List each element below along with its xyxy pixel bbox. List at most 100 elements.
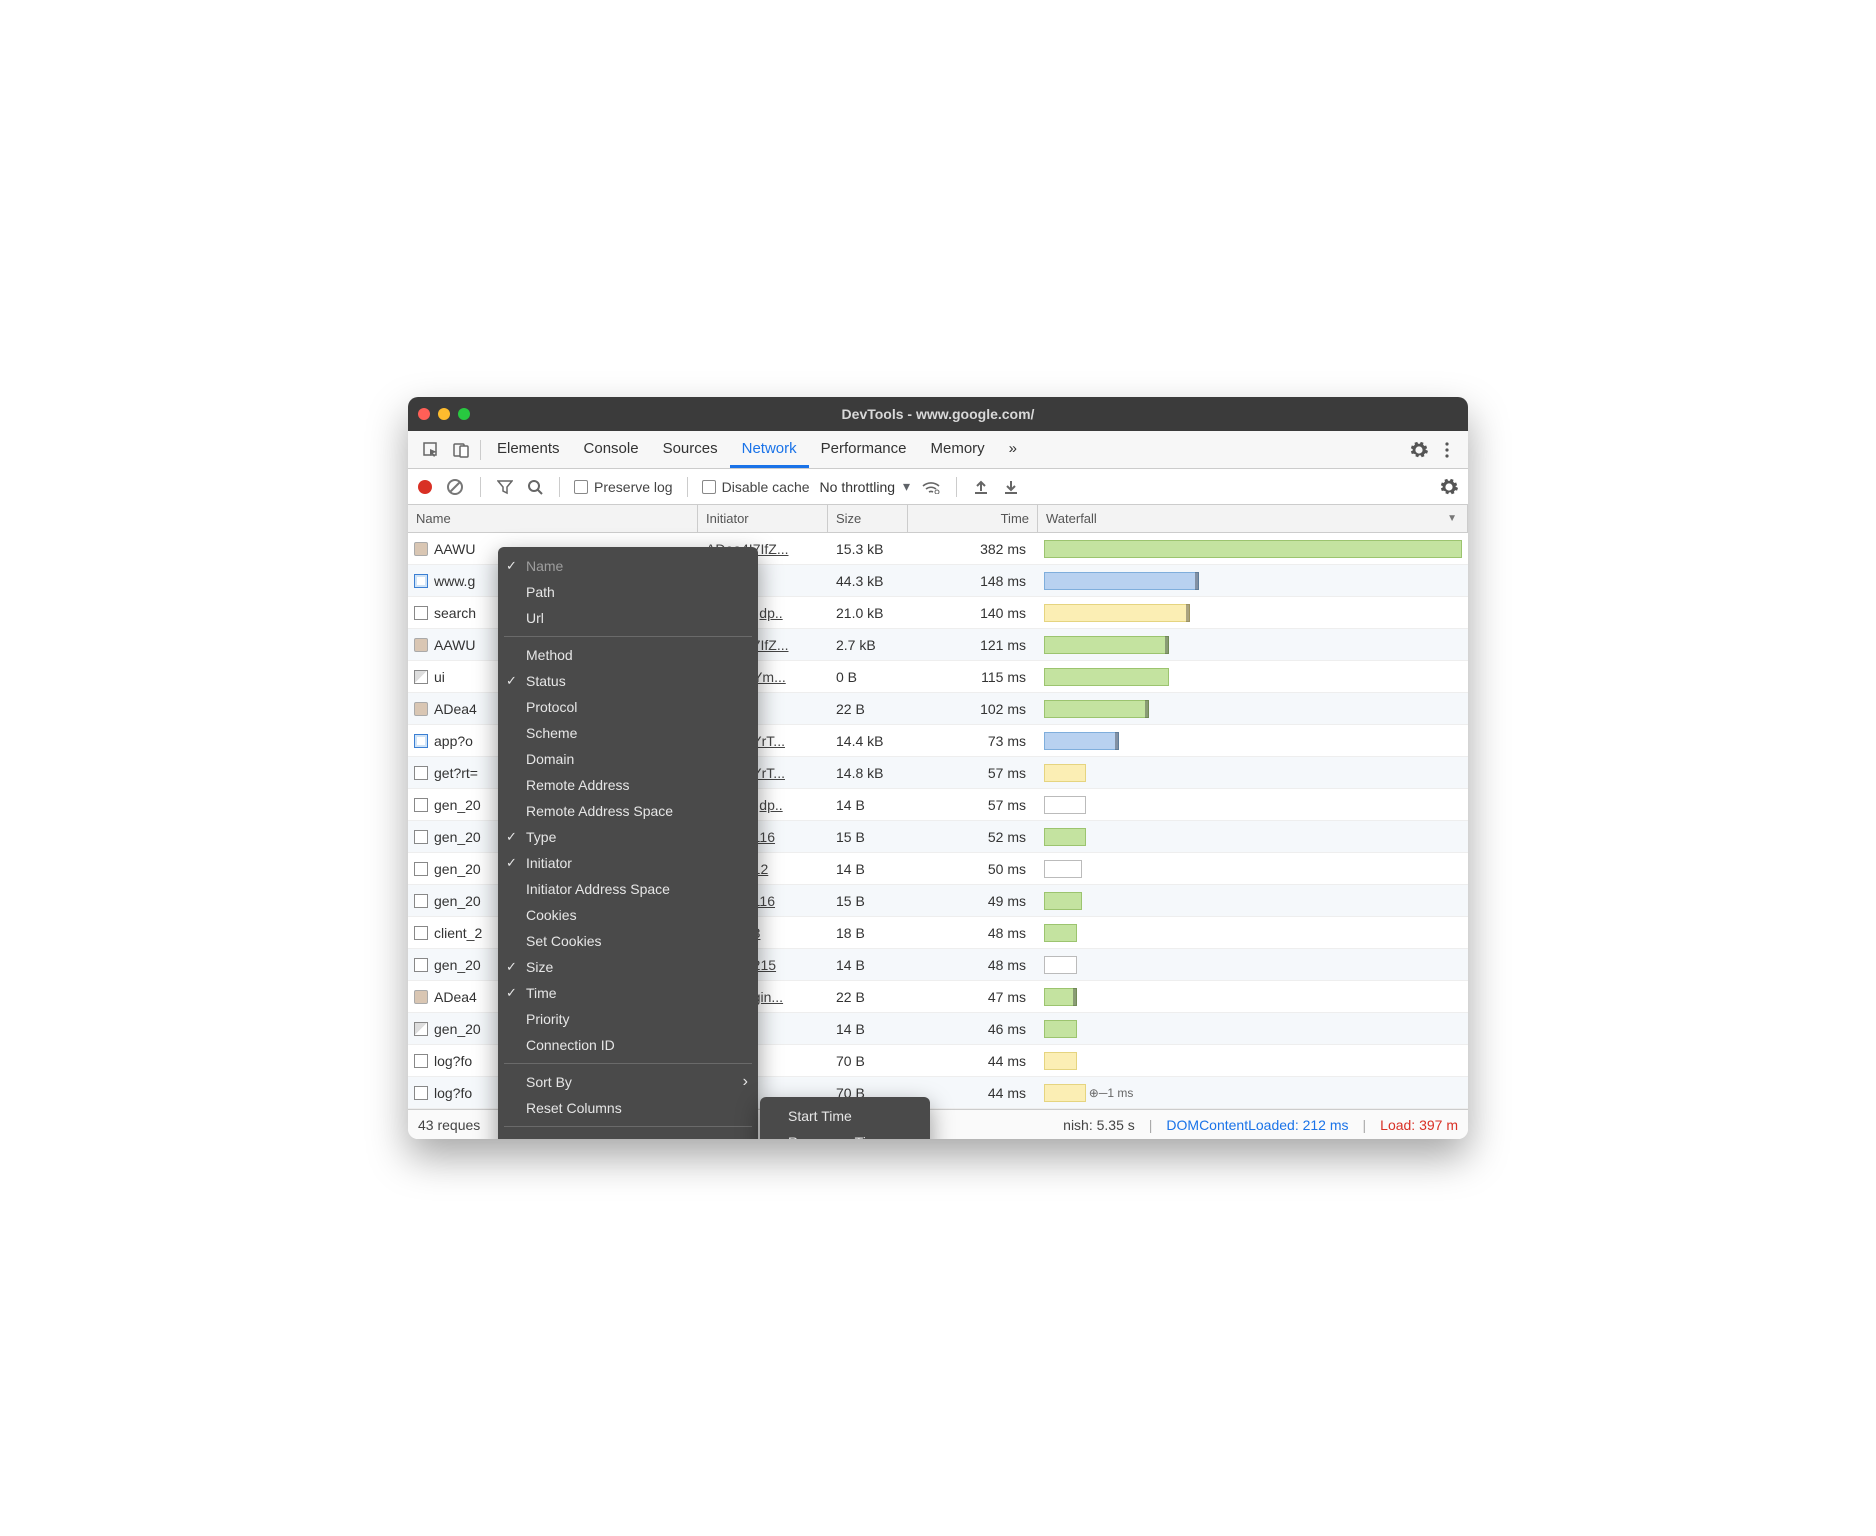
file-name: www.g — [434, 573, 475, 589]
inspect-icon[interactable] — [416, 437, 446, 463]
waterfall-bar — [1044, 1020, 1077, 1038]
divider — [687, 477, 688, 497]
menu-item-initiator-address-space[interactable]: Initiator Address Space — [498, 876, 758, 902]
col-name[interactable]: Name — [408, 505, 698, 532]
file-name: gen_20 — [434, 893, 481, 909]
menu-item-remote-address-space[interactable]: Remote Address Space — [498, 798, 758, 824]
menu-item-method[interactable]: Method — [498, 642, 758, 668]
disable-cache-checkbox[interactable]: Disable cache — [702, 479, 810, 495]
device-toggle-icon[interactable] — [446, 437, 476, 463]
table-header: Name Initiator Size Time Waterfall — [408, 505, 1468, 533]
file-icon — [414, 542, 428, 556]
cell-size: 44.3 kB — [828, 573, 908, 589]
submenu-item-start-time[interactable]: Start Time — [760, 1103, 930, 1129]
waterfall-bar — [1044, 988, 1077, 1006]
waterfall-bar — [1044, 892, 1082, 910]
col-initiator[interactable]: Initiator — [698, 505, 828, 532]
menu-item-initiator[interactable]: Initiator — [498, 850, 758, 876]
panel-settings-gear-icon[interactable] — [1438, 476, 1460, 498]
gear-icon[interactable] — [1404, 437, 1434, 463]
menu-item-url[interactable]: Url — [498, 605, 758, 631]
search-icon[interactable] — [525, 477, 545, 497]
clear-icon[interactable] — [444, 476, 466, 498]
filter-icon[interactable] — [495, 477, 515, 497]
column-context-menu[interactable]: NamePathUrl MethodStatusProtocolSchemeDom… — [498, 547, 758, 1139]
cell-time: 52 ms — [908, 829, 1038, 845]
download-icon[interactable] — [1001, 477, 1021, 497]
status-requests: 43 reques — [418, 1117, 480, 1133]
menu-item-status[interactable]: Status — [498, 668, 758, 694]
menu-item-size[interactable]: Size — [498, 954, 758, 980]
submenu-item-response-time[interactable]: Response Time — [760, 1129, 930, 1139]
file-name: client_2 — [434, 925, 482, 941]
menu-item-sort-by[interactable]: Sort By — [498, 1069, 758, 1095]
col-size[interactable]: Size — [828, 505, 908, 532]
cell-time: 48 ms — [908, 925, 1038, 941]
preserve-log-checkbox[interactable]: Preserve log — [574, 479, 673, 495]
tab-sources[interactable]: Sources — [651, 431, 730, 468]
file-icon — [414, 990, 428, 1004]
window-title: DevTools - www.google.com/ — [408, 406, 1468, 422]
tab-memory[interactable]: Memory — [919, 431, 997, 468]
disable-cache-label: Disable cache — [722, 479, 810, 495]
throttling-select[interactable]: No throttling — [820, 478, 911, 495]
file-name: search — [434, 605, 476, 621]
menu-item-path[interactable]: Path — [498, 579, 758, 605]
cell-size: 18 B — [828, 925, 908, 941]
cell-size: 0 B — [828, 669, 908, 685]
upload-icon[interactable] — [971, 477, 991, 497]
tab-performance[interactable]: Performance — [809, 431, 919, 468]
menu-item-set-cookies[interactable]: Set Cookies — [498, 928, 758, 954]
menu-item-response-headers[interactable]: Response Headers — [498, 1132, 758, 1139]
file-icon — [414, 702, 428, 716]
file-icon — [414, 574, 428, 588]
file-icon — [414, 958, 428, 972]
file-name: app?o — [434, 733, 473, 749]
file-icon — [414, 1086, 428, 1100]
waterfall-bar — [1044, 956, 1077, 974]
kebab-icon[interactable] — [1434, 437, 1460, 463]
tab-console[interactable]: Console — [572, 431, 651, 468]
panel-tabs: ElementsConsoleSourcesNetworkPerformance… — [408, 431, 1468, 469]
menu-item-remote-address[interactable]: Remote Address — [498, 772, 758, 798]
menu-item-protocol[interactable]: Protocol — [498, 694, 758, 720]
menu-item-priority[interactable]: Priority — [498, 1006, 758, 1032]
file-name: gen_20 — [434, 957, 481, 973]
cell-size: 15 B — [828, 893, 908, 909]
cell-time: 115 ms — [908, 669, 1038, 685]
minimize-window-icon[interactable] — [438, 408, 450, 420]
cell-time: 47 ms — [908, 989, 1038, 1005]
cell-time: 148 ms — [908, 573, 1038, 589]
file-icon — [414, 638, 428, 652]
tab-elements[interactable]: Elements — [485, 431, 572, 468]
file-name: ADea4 — [434, 989, 477, 1005]
menu-item-reset-columns[interactable]: Reset Columns — [498, 1095, 758, 1121]
menu-item-cookies[interactable]: Cookies — [498, 902, 758, 928]
file-name: ADea4 — [434, 701, 477, 717]
col-waterfall[interactable]: Waterfall — [1038, 505, 1468, 532]
menu-item-type[interactable]: Type — [498, 824, 758, 850]
menu-item-time[interactable]: Time — [498, 980, 758, 1006]
cell-size: 14 B — [828, 957, 908, 973]
file-name: log?fo — [434, 1053, 472, 1069]
menu-item-name[interactable]: Name — [498, 553, 758, 579]
status-dcl: DOMContentLoaded: 212 ms — [1166, 1117, 1348, 1133]
network-conditions-icon[interactable] — [920, 478, 942, 496]
waterfall-submenu[interactable]: Start TimeResponse TimeEnd TimeTotal Dur… — [760, 1097, 930, 1139]
maximize-window-icon[interactable] — [458, 408, 470, 420]
menu-item-domain[interactable]: Domain — [498, 746, 758, 772]
file-icon — [414, 1022, 428, 1036]
close-window-icon[interactable] — [418, 408, 430, 420]
record-button[interactable] — [416, 478, 434, 496]
col-time[interactable]: Time — [908, 505, 1038, 532]
waterfall-bar — [1044, 1052, 1077, 1070]
cell-time: 46 ms — [908, 1021, 1038, 1037]
menu-item-connection-id[interactable]: Connection ID — [498, 1032, 758, 1058]
cell-time: 140 ms — [908, 605, 1038, 621]
menu-item-scheme[interactable]: Scheme — [498, 720, 758, 746]
tab-network[interactable]: Network — [730, 431, 809, 468]
file-icon — [414, 670, 428, 684]
tabs-overflow[interactable]: » — [997, 431, 1029, 468]
waterfall-bar — [1044, 540, 1462, 558]
file-name: get?rt= — [434, 765, 478, 781]
